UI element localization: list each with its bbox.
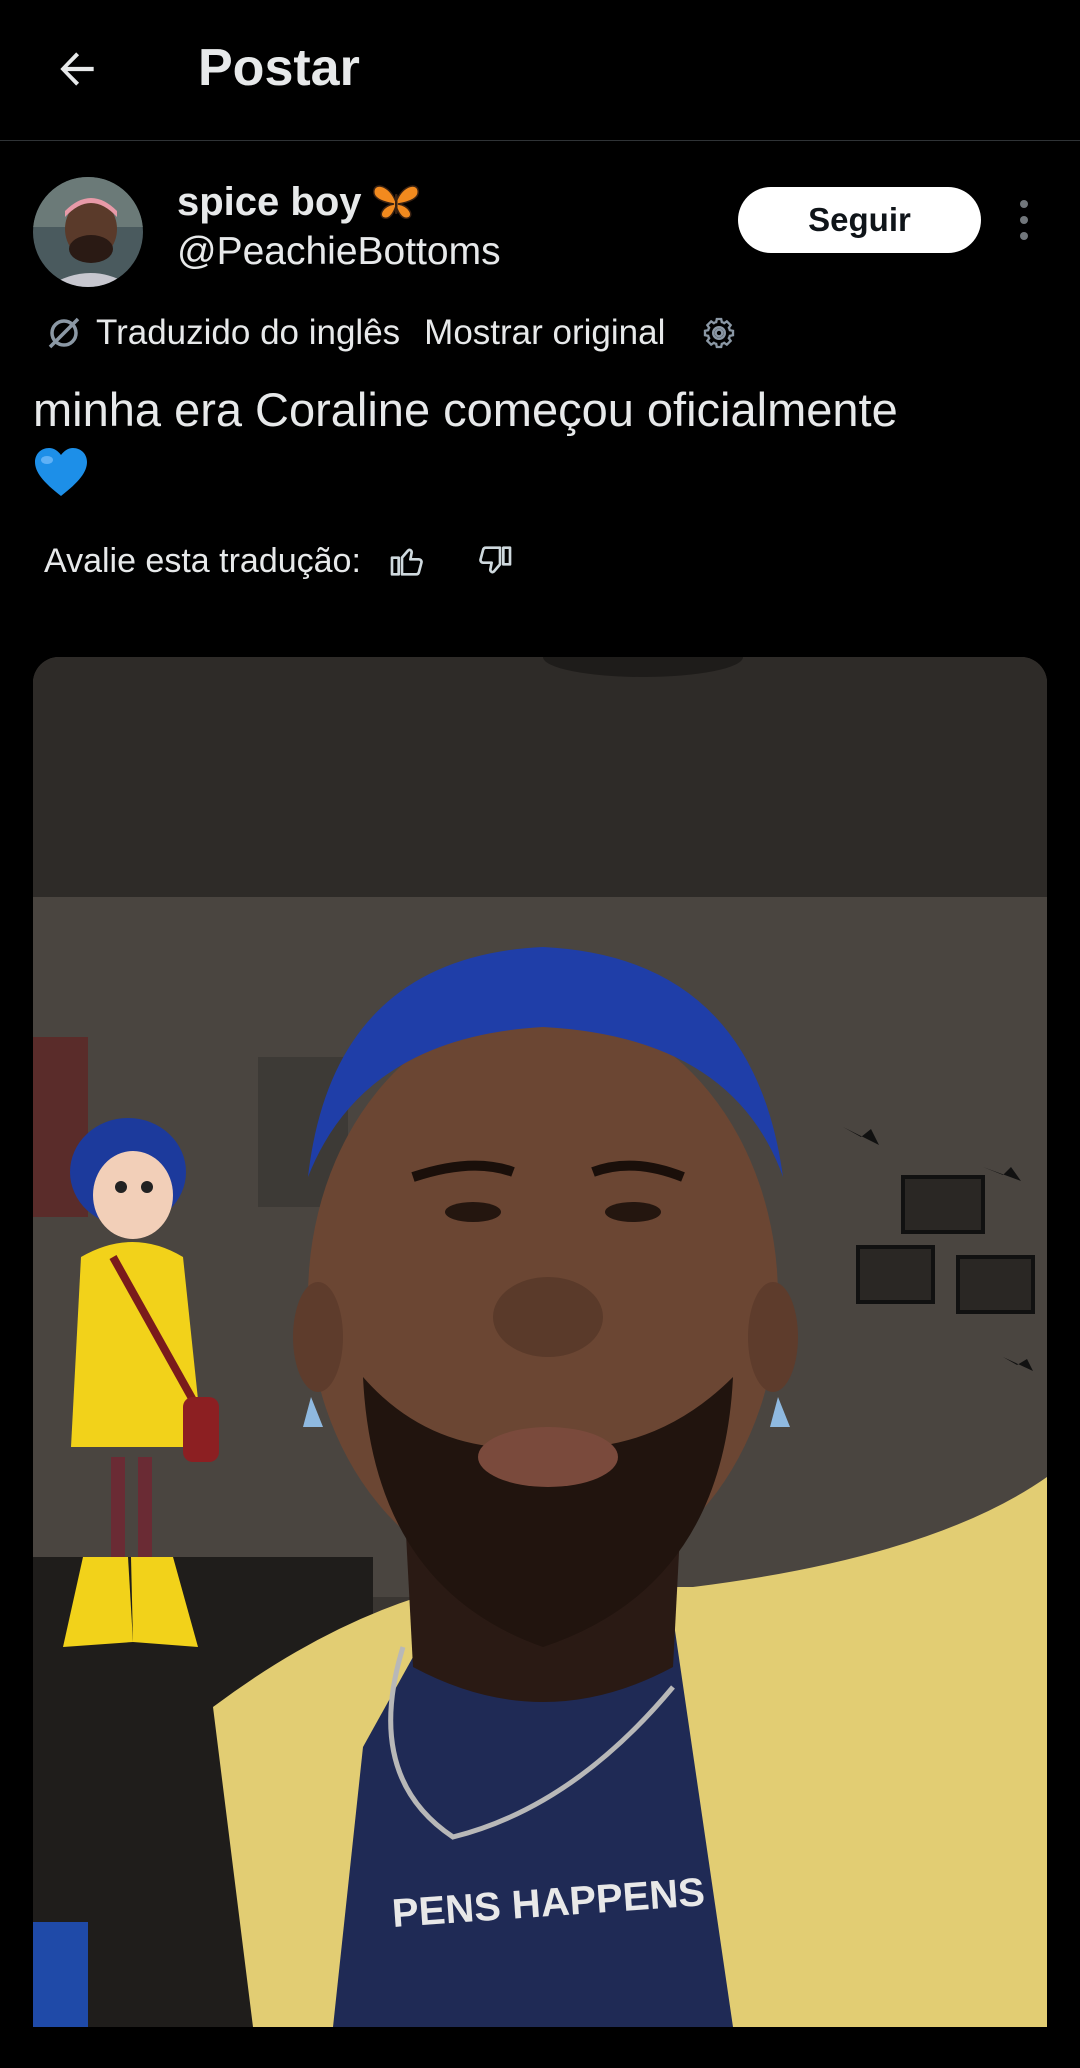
translate-icon — [44, 312, 86, 354]
photo-illustration: PENS HAPPENS — [33, 657, 1047, 2027]
author-handle[interactable]: @PeachieBottoms — [177, 228, 501, 276]
thumbs-down-icon — [479, 546, 512, 574]
translation-bar: Traduzido do inglês Mostrar original — [44, 308, 741, 358]
gear-icon — [704, 317, 735, 349]
rate-translation: Avalie esta tradução: — [44, 536, 517, 586]
top-bar: Postar — [0, 0, 1080, 141]
follow-button[interactable]: Seguir — [738, 187, 981, 253]
butterfly-icon — [372, 185, 419, 220]
thumbs-down-button[interactable] — [473, 539, 517, 583]
blue-heart-icon — [35, 448, 87, 496]
more-vertical-icon — [1020, 200, 1028, 240]
arrow-left-icon — [60, 52, 94, 86]
back-button[interactable] — [44, 36, 110, 102]
author-name[interactable]: spice boy — [177, 178, 420, 226]
author-name-text: spice boy — [177, 180, 362, 224]
tweet-text: minha era Coraline começou oficialmente — [33, 380, 1033, 502]
avatar[interactable] — [33, 177, 143, 287]
post-photo[interactable]: PENS HAPPENS — [33, 657, 1047, 2027]
page-title: Postar — [198, 39, 360, 97]
tweet-body: minha era Coraline começou oficialmente — [33, 383, 898, 436]
more-options-button[interactable] — [1006, 195, 1042, 245]
thumbs-up-icon — [390, 548, 423, 576]
rate-label: Avalie esta tradução: — [44, 541, 361, 580]
thumbs-up-button[interactable] — [385, 539, 429, 583]
show-original-link[interactable]: Mostrar original — [424, 313, 665, 353]
translated-from-label: Traduzido do inglês — [96, 313, 401, 352]
translation-settings-button[interactable] — [699, 312, 741, 354]
